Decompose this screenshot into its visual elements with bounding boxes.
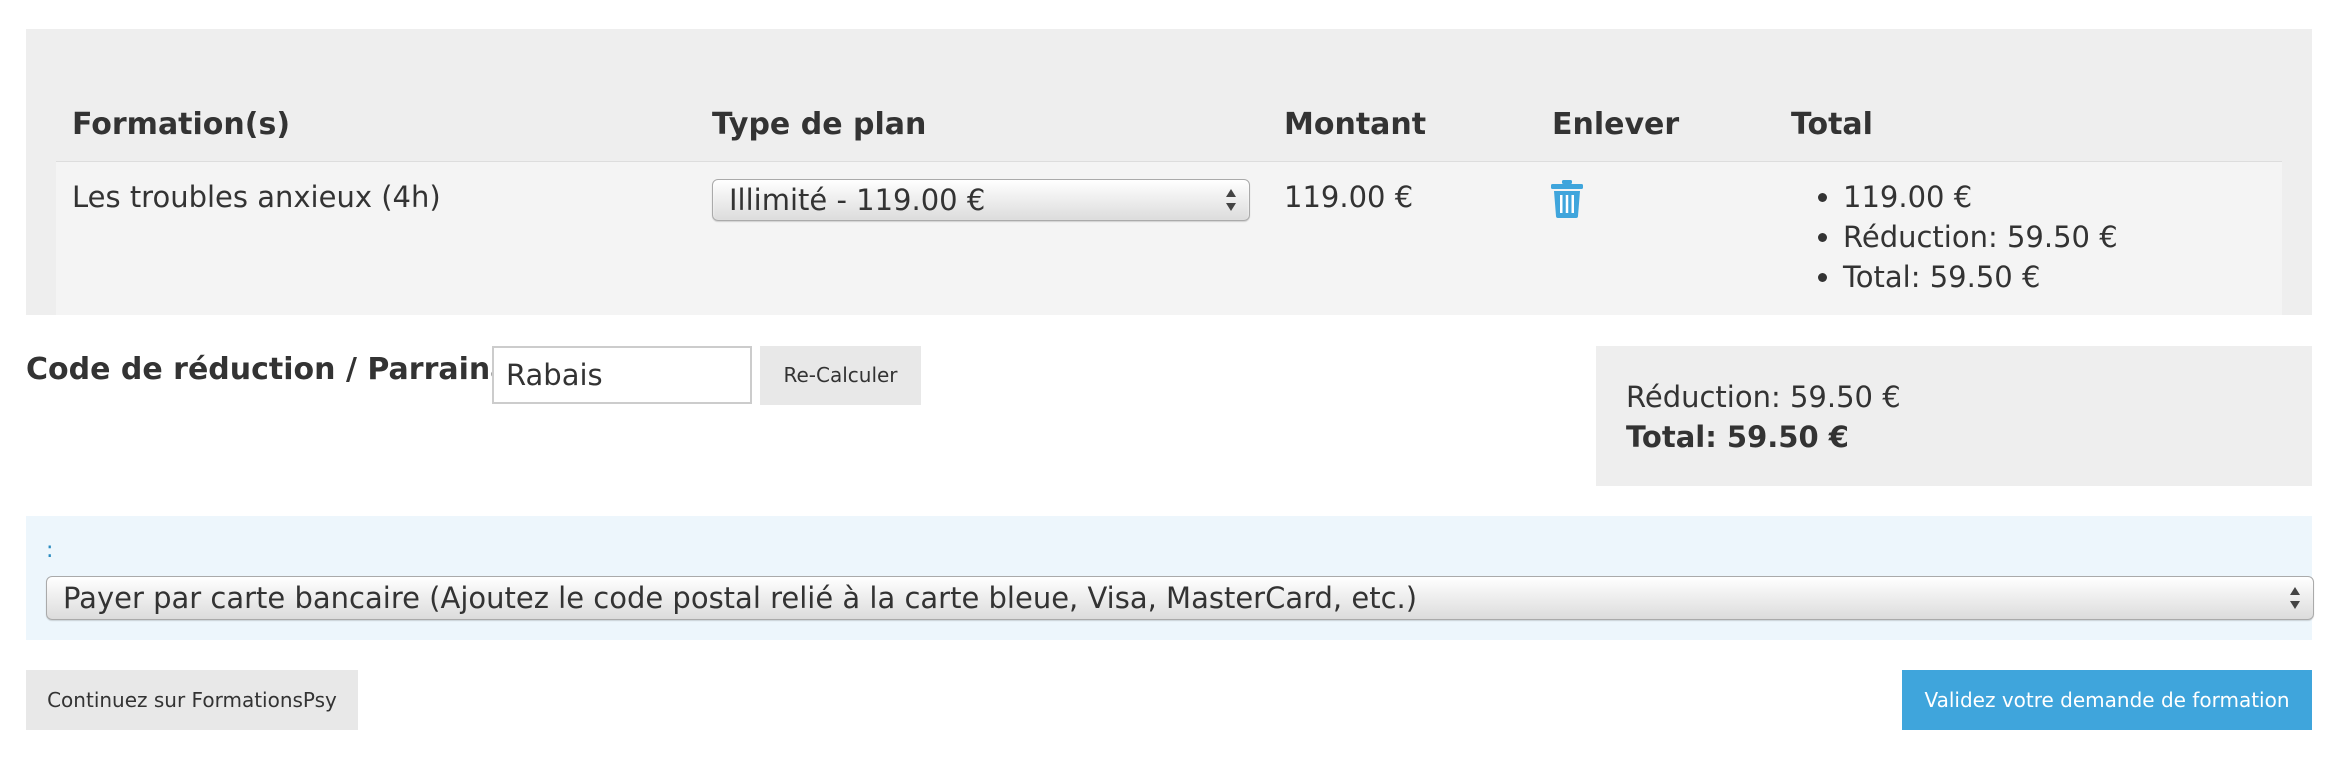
payment-select-value: Payer par carte bancaire (Ajoutez le cod… [63,581,1418,615]
promo-code-label: Code de réduction / Parrainage: [26,352,565,387]
line-subtotal: 119.00 € [1843,177,2118,217]
line-discount: Réduction: 59.50 € [1843,217,2118,257]
trash-icon[interactable] [1551,180,1583,218]
plan-type-select[interactable]: Illimité - 119.00 € [712,179,1250,221]
select-arrows-icon [2290,587,2300,609]
cart-panel: Formation(s) Type de plan Montant Enleve… [26,29,2312,315]
header-amount: Montant [1284,107,1427,142]
promo-code-input[interactable] [492,346,752,404]
order-discount: Réduction: 59.50 € [1626,380,1901,414]
recalculate-button[interactable]: Re-Calculer [760,346,921,405]
order-total: Total: 59.50 € [1626,420,1849,454]
line-total-list: 119.00 € Réduction: 59.50 € Total: 59.50… [1813,177,2118,297]
submit-order-button[interactable]: Validez votre demande de formation [1902,670,2312,730]
cart-table-header: Formation(s) Type de plan Montant Enleve… [56,59,2282,162]
payment-panel: : Payer par carte bancaire (Ajoutez le c… [26,516,2314,640]
continue-shopping-button[interactable]: Continuez sur FormationsPsy [26,670,358,730]
header-plan: Type de plan [712,107,927,142]
header-total: Total [1791,107,1873,142]
header-course: Formation(s) [72,107,291,142]
payment-method-select[interactable]: Payer par carte bancaire (Ajoutez le cod… [46,576,2314,620]
table-row: Les troubles anxieux (4h) Illimité - 119… [56,162,2282,315]
cart-table: Formation(s) Type de plan Montant Enleve… [56,59,2282,315]
order-totals-box: Réduction: 59.50 € Total: 59.50 € [1596,346,2312,486]
header-remove: Enlever [1552,107,1680,142]
line-total: Total: 59.50 € [1843,257,2118,297]
payment-method-label: : [46,538,54,563]
course-amount: 119.00 € [1284,180,1414,214]
course-name: Les troubles anxieux (4h) [72,180,441,214]
plan-select-value: Illimité - 119.00 € [729,183,986,217]
select-arrows-icon [1226,189,1236,211]
